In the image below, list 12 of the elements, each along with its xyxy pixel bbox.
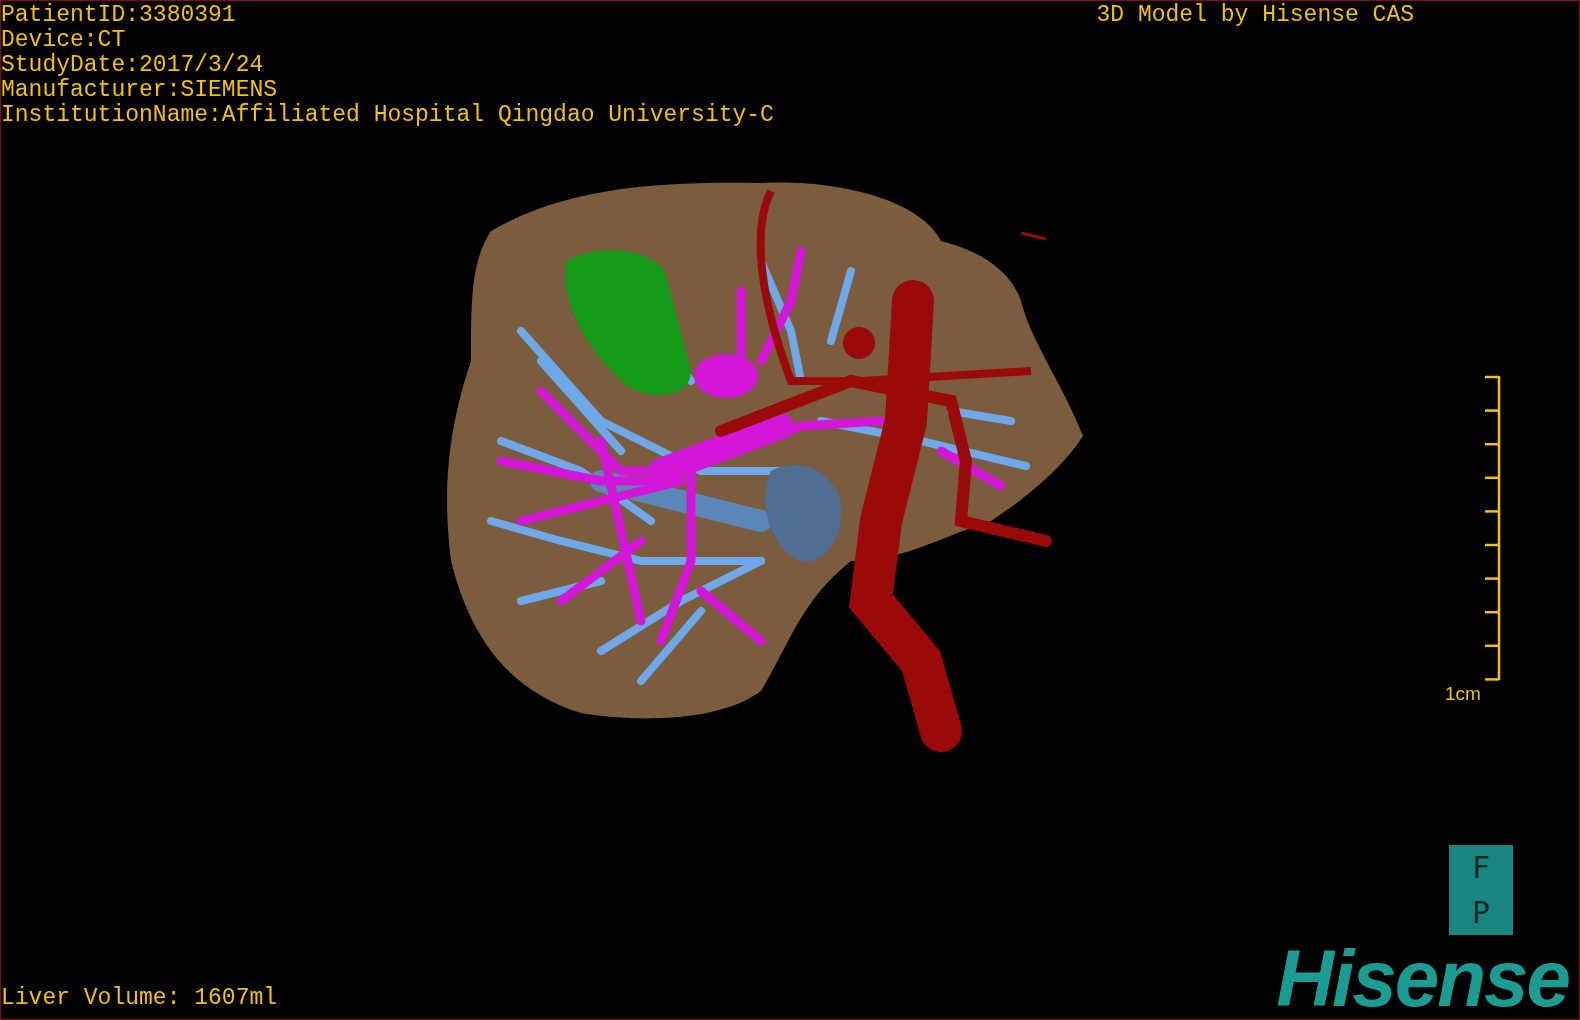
scale-ruler-icon (1484, 373, 1501, 683)
patient-info-text: StudyDate:2017/3/24 (1, 53, 265, 78)
orientation-label: F (1471, 852, 1491, 883)
orientation-label: P (1471, 897, 1491, 928)
patient-info-text: PatientID:3380391 (1, 3, 237, 28)
scale-label: 1cm (1445, 683, 1481, 705)
liver-volume-text: Liver Volume: 1607ml (1, 986, 278, 1013)
patient-info-text: Manufacturer:SIEMENS (1, 78, 279, 103)
model-credit-text: 3D Model by Hisense CAS (1096, 1, 1414, 30)
patient-info-text: InstitutionName:Affiliated Hospital Qingdao University-C (1, 103, 774, 128)
logo-text: Hisense (1276, 939, 1570, 1019)
patient-info-text: Device:CT (1, 28, 127, 53)
